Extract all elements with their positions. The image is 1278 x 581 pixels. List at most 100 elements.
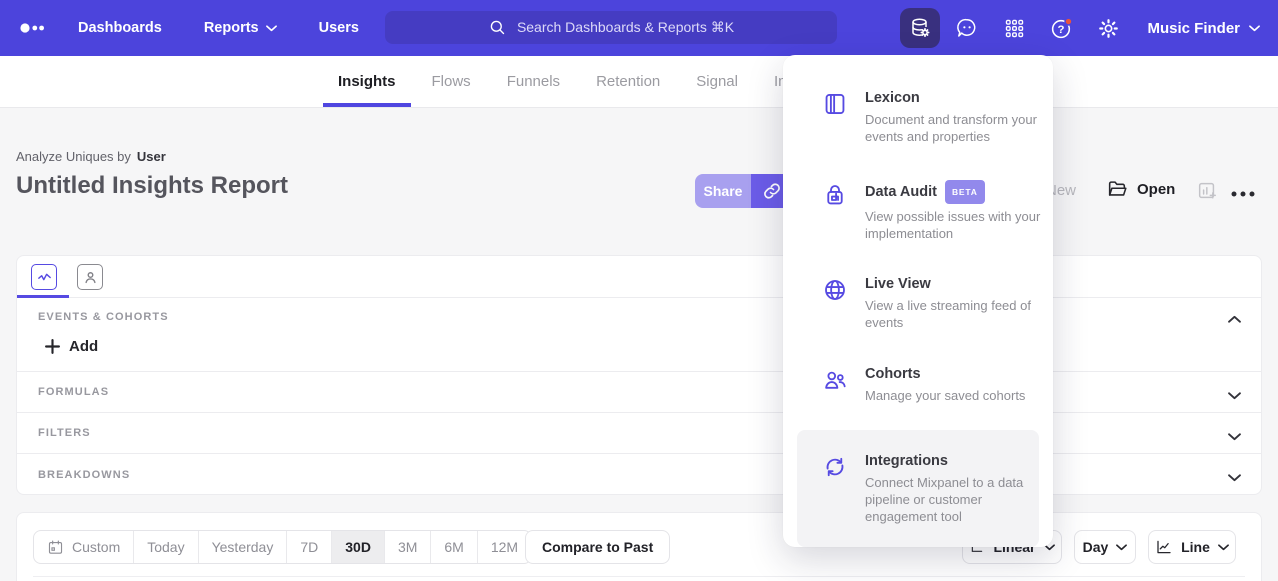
tab-funnels[interactable]: Funnels	[507, 56, 560, 107]
range-12m-label: 12M	[491, 539, 518, 555]
add-to-board-icon	[1196, 180, 1218, 202]
data-management-button[interactable]	[900, 8, 940, 48]
gear-icon	[1097, 17, 1120, 40]
help-button[interactable]: ?	[1041, 8, 1081, 48]
metrics-tab[interactable]	[31, 264, 57, 290]
chat-bubble-icon	[955, 16, 979, 40]
formulas-expand[interactable]	[1228, 387, 1241, 405]
database-gear-icon	[908, 16, 932, 40]
breakdowns-section[interactable]: BREAKDOWNS	[17, 454, 1261, 495]
nav-item-dashboards[interactable]: Dashboards	[78, 20, 162, 36]
chart-controls-panel: Custom Today Yesterday 7D 30D 3M 6M 12M …	[16, 512, 1262, 581]
eyebrow-entity[interactable]: User	[137, 149, 166, 164]
events-cohorts-section: EVENTS & COHORTS Add	[17, 298, 1261, 372]
builder-tabs	[17, 256, 1261, 298]
link-icon	[762, 181, 782, 201]
menu-item-lexicon[interactable]: Lexicon Document and transform your even…	[797, 79, 1039, 155]
range-today-label: Today	[147, 539, 184, 555]
range-3m-label: 3M	[398, 539, 417, 555]
settings-button[interactable]	[1088, 8, 1128, 48]
range-6m[interactable]: 6M	[430, 531, 476, 563]
menu-item-title: Cohorts	[865, 365, 921, 383]
feedback-button[interactable]	[947, 8, 987, 48]
menu-item-text: Cohorts Manage your saved cohorts	[865, 365, 1050, 404]
search-placeholder: Search Dashboards & Reports ⌘K	[517, 19, 734, 36]
interval-select[interactable]: Day	[1074, 530, 1136, 564]
eyebrow-text: Analyze Uniques by	[16, 149, 131, 164]
menu-item-live-view[interactable]: Live View View a live streaming feed of …	[797, 265, 1039, 341]
menu-item-text: Integrations Connect Mixpanel to a data …	[865, 452, 1050, 525]
filters-label: FILTERS	[38, 427, 91, 439]
integrations-icon	[822, 454, 848, 485]
profiles-tab[interactable]	[77, 264, 103, 290]
menu-item-title: Live View	[865, 275, 931, 293]
data-audit-icon	[822, 182, 848, 213]
open-report-button[interactable]: Open	[1106, 178, 1175, 200]
notification-dot	[1065, 18, 1072, 25]
menu-item-cohorts[interactable]: Cohorts Manage your saved cohorts	[797, 355, 1039, 414]
live-view-icon	[822, 277, 848, 308]
menu-item-desc: Document and transform your events and p…	[865, 111, 1050, 145]
chevron-down-icon	[1116, 544, 1127, 551]
menu-item-text: Lexicon Document and transform your even…	[865, 89, 1050, 145]
nav-item-dashboards-label: Dashboards	[78, 20, 162, 36]
tab-flows-label: Flows	[432, 73, 471, 90]
range-7d[interactable]: 7D	[286, 531, 331, 563]
mixpanel-dots-icon	[18, 16, 48, 40]
range-today[interactable]: Today	[133, 531, 197, 563]
nav-item-users-label: Users	[319, 20, 359, 36]
project-switcher[interactable]: Music Finder	[1147, 20, 1260, 37]
menu-item-integrations[interactable]: Integrations Connect Mixpanel to a data …	[797, 430, 1039, 547]
chevron-down-icon	[266, 25, 277, 32]
date-range-group: Custom Today Yesterday 7D 30D 3M 6M 12M	[33, 530, 532, 564]
range-3m[interactable]: 3M	[384, 531, 430, 563]
apps-grid-button[interactable]	[994, 8, 1034, 48]
events-cohorts-collapse[interactable]	[1228, 310, 1241, 328]
tab-insights[interactable]: Insights	[338, 56, 396, 107]
grid-dots-icon	[1003, 17, 1026, 40]
search-input[interactable]: Search Dashboards & Reports ⌘K	[385, 11, 837, 44]
formulas-section[interactable]: FORMULAS	[17, 372, 1261, 413]
navbar-right-cluster: ? Music Finder	[900, 0, 1266, 56]
menu-item-desc: Connect Mixpanel to a data pipeline or c…	[865, 474, 1050, 525]
range-custom[interactable]: Custom	[34, 531, 133, 563]
nav-item-users[interactable]: Users	[319, 20, 359, 36]
mixpanel-logo-icon[interactable]	[18, 16, 50, 40]
range-yesterday[interactable]: Yesterday	[198, 531, 287, 563]
nav-item-reports[interactable]: Reports	[204, 20, 277, 36]
interval-select-label: Day	[1083, 539, 1109, 555]
lexicon-icon	[822, 91, 848, 122]
add-event-button[interactable]: Add	[45, 338, 98, 355]
tab-retention[interactable]: Retention	[596, 56, 660, 107]
filters-expand[interactable]	[1228, 428, 1241, 446]
report-eyebrow: Analyze Uniques by User	[16, 149, 166, 164]
nav-item-reports-label: Reports	[204, 20, 259, 36]
menu-item-desc: View possible issues with your implement…	[865, 208, 1050, 242]
tab-signal-label: Signal	[696, 73, 738, 90]
breakdowns-expand[interactable]	[1228, 469, 1241, 487]
add-to-board-button[interactable]	[1196, 180, 1218, 207]
line-chart-icon	[1155, 538, 1173, 556]
tab-signal[interactable]: Signal	[696, 56, 738, 107]
chevron-down-icon	[1228, 474, 1241, 482]
page-title[interactable]: Untitled Insights Report	[16, 172, 288, 200]
top-navbar: Dashboards Reports Users Search Dashboar…	[0, 0, 1278, 56]
chevron-up-icon	[1228, 315, 1241, 323]
chevron-down-icon	[1249, 25, 1260, 32]
chart-type-select[interactable]: Line	[1148, 530, 1236, 564]
share-button[interactable]: Share	[695, 174, 751, 208]
beta-badge: BETA	[945, 180, 985, 204]
range-12m[interactable]: 12M	[477, 531, 531, 563]
tab-flows[interactable]: Flows	[432, 56, 471, 107]
menu-item-data-audit[interactable]: Data AuditBETA View possible issues with…	[797, 170, 1039, 252]
report-tabbar: Insights Flows Funnels Retention Signal …	[0, 56, 1278, 108]
compare-to-past-button[interactable]: Compare to Past	[525, 530, 670, 564]
menu-item-title: Integrations	[865, 452, 948, 470]
help-icon: ?	[1049, 16, 1074, 41]
filters-section[interactable]: FILTERS	[17, 413, 1261, 454]
open-button-label: Open	[1137, 181, 1175, 198]
range-30d[interactable]: 30D	[331, 531, 384, 563]
calendar-icon	[47, 539, 64, 556]
query-builder-panel: EVENTS & COHORTS Add FORMULAS FILTERS BR…	[16, 255, 1262, 495]
more-options-button[interactable]	[1230, 186, 1256, 204]
